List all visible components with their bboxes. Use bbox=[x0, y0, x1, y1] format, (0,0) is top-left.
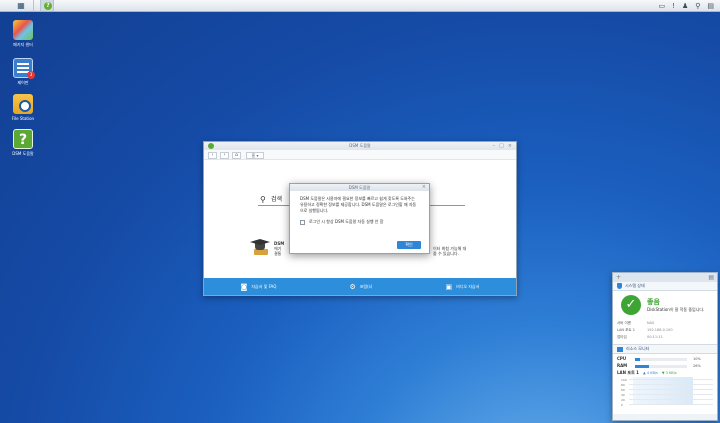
notification-badge: 3 bbox=[27, 71, 35, 79]
forum-link[interactable]: ⚙ 포럼(s) bbox=[349, 283, 372, 291]
forward-button[interactable]: › bbox=[220, 152, 229, 159]
graph-tick-label: 20 bbox=[621, 398, 625, 402]
help-toolbar: ‹ › ⌂ 홈 ▾ bbox=[204, 150, 516, 160]
search-icon: ⚲ bbox=[260, 195, 266, 204]
graduation-cap-icon bbox=[250, 239, 270, 255]
back-button[interactable]: ‹ bbox=[208, 152, 217, 159]
folder-search-icon bbox=[13, 94, 33, 114]
system-info-list: 서버 이름 NAS LAN 포트 1 192.168.0.100 업타임 00:… bbox=[613, 318, 717, 345]
resource-monitor: CPU 10% RAM 26% LAN 포트 1 ▲ 4 KB/s ▼ 3 KB… bbox=[613, 354, 717, 414]
status-text: 좋음 bbox=[647, 298, 660, 306]
info-row: LAN 포트 1 192.168.0.100 bbox=[617, 328, 673, 332]
control-panel-icon: 3 bbox=[13, 58, 35, 79]
ram-usage-bar bbox=[635, 364, 687, 368]
checkbox-label: 로그인 시 항상 DSM 도움말 자동 실행 안 함 bbox=[309, 219, 384, 224]
graph-tick-label: 60 bbox=[621, 388, 625, 392]
system-health-header: 시스템 상태 bbox=[613, 282, 717, 291]
system-widget-panel: + ▤ 시스템 상태 ✓ 좋음 DiskStation이 잘 작동 중입니다. … bbox=[612, 272, 718, 421]
graph-tick-label: 80 bbox=[621, 383, 625, 387]
add-widget-icon[interactable]: + bbox=[616, 274, 621, 281]
desktop-icon-package-center[interactable]: 패키지 센터 bbox=[8, 20, 38, 47]
info-row: 업타임 00:11:11 bbox=[617, 335, 663, 339]
desktop-icon-label: File Station bbox=[11, 116, 35, 121]
taskbar-dsm-help-button[interactable]: ? bbox=[40, 0, 54, 11]
cpu-usage-bar bbox=[635, 357, 687, 361]
search-icon[interactable]: ⚲ bbox=[695, 1, 700, 11]
taskbar: ▦ ? ▭ ! ♟ ⚲ ▤ bbox=[0, 0, 720, 12]
info-row: 서버 이름 NAS bbox=[617, 321, 655, 325]
chat-icon: ◙ bbox=[240, 282, 248, 291]
widget-menu-icon[interactable]: ▤ bbox=[708, 274, 714, 281]
video-tutorial-link[interactable]: ▣ 비디오 자습서 bbox=[445, 283, 479, 291]
help-icon: ? bbox=[44, 2, 52, 10]
resource-monitor-title: 리소스 모니터 bbox=[626, 346, 650, 351]
section-text-line: 즐 수 있습니다. bbox=[433, 251, 459, 256]
network-graph: 100 80 60 40 20 0 bbox=[621, 377, 713, 407]
system-tray: ▭ ! ♟ ⚲ ▤ bbox=[659, 1, 714, 11]
home-dropdown-button[interactable]: 홈 ▾ bbox=[246, 152, 264, 159]
dialog-titlebar[interactable]: DSM 도움말 × bbox=[290, 184, 429, 191]
upload-rate: ▲ 4 KB/s bbox=[643, 371, 658, 375]
graph-gridline bbox=[629, 379, 713, 380]
help-intro-dialog: DSM 도움말 × DSM 도움말은 사용자에 필요한 정보를 빠르고 쉽게 찾… bbox=[289, 183, 430, 254]
graph-tick-label: 40 bbox=[621, 393, 625, 397]
help-icon: ? bbox=[13, 129, 33, 149]
section-text-line: 결통 bbox=[274, 251, 282, 256]
notification-icon[interactable]: ! bbox=[672, 1, 675, 11]
graph-tick-label: 100 bbox=[621, 378, 627, 382]
package-center-icon bbox=[13, 20, 33, 40]
gear-icon: ⚙ bbox=[349, 282, 356, 291]
download-rate: ▼ 3 KB/s bbox=[661, 371, 677, 375]
widget-toolbar: + ▤ bbox=[613, 273, 717, 282]
home-icon-button[interactable]: ⌂ bbox=[232, 152, 241, 159]
dialog-message: DSM 도움말은 사용자에 필요한 정보를 빠르고 쉽게 찾도록 도와주는 유용… bbox=[300, 196, 417, 213]
dont-show-again-option[interactable]: 로그인 시 항상 DSM 도움말 자동 실행 안 함 bbox=[300, 219, 419, 225]
status-description: DiskStation이 잘 작동 중입니다. bbox=[647, 307, 705, 312]
lan-usage-row: LAN 포트 1 ▲ 4 KB/s ▼ 3 KB/s bbox=[617, 370, 677, 375]
user-icon[interactable]: ♟ bbox=[682, 1, 688, 11]
dialog-body: DSM 도움말은 사용자에 필요한 정보를 빠르고 쉽게 찾도록 도와주는 유용… bbox=[290, 191, 429, 225]
cpu-usage-row: CPU 10% bbox=[617, 356, 701, 361]
desktop-icon-label: DSM 도움말 bbox=[12, 151, 34, 156]
search-input[interactable]: 검색 bbox=[271, 195, 282, 205]
help-icon bbox=[208, 143, 214, 149]
faq-link[interactable]: ◙ 자습서 및 FAQ bbox=[241, 283, 277, 291]
help-footer: ◙ 자습서 및 FAQ ⚙ 포럼(s) ▣ 비디오 자습서 bbox=[204, 278, 516, 295]
graph-gridline bbox=[629, 399, 713, 400]
window-titlebar[interactable]: DSM 도움말 – □ × bbox=[204, 142, 516, 150]
graph-area bbox=[633, 377, 693, 405]
chat-icon[interactable]: ▭ bbox=[659, 1, 666, 11]
system-health-title: 시스템 상태 bbox=[625, 283, 645, 288]
graph-tick-label: 0 bbox=[621, 403, 623, 407]
window-controls: – □ × bbox=[493, 142, 512, 150]
taskbar-divider bbox=[33, 0, 34, 12]
dont-show-again-checkbox[interactable] bbox=[300, 219, 305, 225]
desktop-icon-control-panel[interactable]: 3 제어판 bbox=[8, 58, 38, 85]
resource-monitor-header: 리소스 모니터 bbox=[613, 345, 717, 354]
close-icon[interactable]: × bbox=[422, 184, 426, 191]
system-health-status: ✓ 좋음 DiskStation이 잘 작동 중입니다. bbox=[613, 291, 717, 318]
video-icon: ▣ bbox=[445, 282, 453, 291]
desktop-icon-label: 패키지 센터 bbox=[13, 42, 33, 47]
graph-gridline bbox=[629, 404, 713, 405]
close-icon[interactable]: × bbox=[508, 142, 512, 150]
monitor-icon bbox=[617, 346, 623, 352]
graph-gridline bbox=[629, 389, 713, 390]
widgets-icon[interactable]: ▤ bbox=[707, 1, 714, 11]
graph-gridline bbox=[629, 384, 713, 385]
maximize-icon[interactable]: □ bbox=[499, 142, 504, 150]
window-title: DSM 도움말 bbox=[349, 143, 371, 148]
desktop-icon-file-station[interactable]: File Station bbox=[8, 94, 38, 121]
ok-button[interactable]: 확인 bbox=[397, 241, 421, 249]
dialog-title: DSM 도움말 bbox=[348, 185, 371, 190]
shield-icon bbox=[617, 283, 622, 289]
main-menu-icon[interactable]: ▦ bbox=[14, 1, 28, 11]
check-icon: ✓ bbox=[621, 295, 641, 315]
ram-usage-row: RAM 26% bbox=[617, 363, 701, 368]
desktop-icon-dsm-help[interactable]: ? DSM 도움말 bbox=[8, 129, 38, 156]
minimize-icon[interactable]: – bbox=[493, 142, 496, 150]
desktop-icon-label: 제어판 bbox=[17, 80, 29, 85]
graph-gridline bbox=[629, 394, 713, 395]
